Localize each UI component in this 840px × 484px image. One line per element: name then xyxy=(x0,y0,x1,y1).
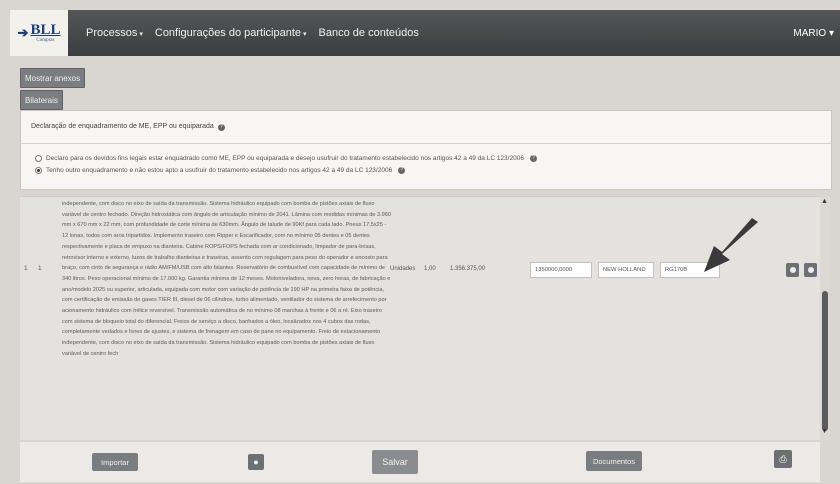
info-icon[interactable]: ? xyxy=(529,155,537,162)
logo-subtitle: Compras xyxy=(36,38,55,43)
salvar-button[interactable]: Salvar xyxy=(372,450,418,474)
radio-button-selected[interactable] xyxy=(35,167,42,174)
upload-icon[interactable]: ● xyxy=(248,454,264,470)
mostrar-anexos-button[interactable]: Mostrar anexos xyxy=(20,68,86,88)
declaration-option-1[interactable]: Declaro para os devidos fins legais esta… xyxy=(35,155,537,162)
scroll-thumb[interactable] xyxy=(822,291,828,431)
settings-icon[interactable] xyxy=(804,263,817,277)
importar-button[interactable]: Importar xyxy=(92,453,138,471)
brand-input[interactable] xyxy=(598,262,654,278)
user-menu[interactable]: MARIO ▾ xyxy=(793,28,834,39)
declaration-title: Declaração de enquadramento de ME, EPP o… xyxy=(31,123,225,131)
documentos-button[interactable]: Documentos xyxy=(586,451,642,471)
item-description: independente, com disco no eixo de saída… xyxy=(62,201,391,357)
info-icon[interactable]: ? xyxy=(217,124,225,131)
detail-icon[interactable] xyxy=(786,263,799,277)
item-reference-value: 1.356.375,00 xyxy=(450,266,486,272)
item-unit: Unidades xyxy=(390,266,416,272)
unit-price-input[interactable] xyxy=(530,262,592,278)
logo-arrow-icon: ➔ xyxy=(17,25,29,40)
footer-bar: Importar ● Salvar Documentos ⎙ xyxy=(20,442,820,482)
declaration-panel: Declaração de enquadramento de ME, EPP o… xyxy=(20,110,832,190)
declaration-option-2[interactable]: Tenho outro enquadramento e não estou ap… xyxy=(35,167,406,174)
info-icon[interactable]: ? xyxy=(398,167,406,174)
item-lot: 1 xyxy=(24,265,28,272)
table-scrollbar[interactable]: ▲ ▼ xyxy=(820,196,830,440)
nav-configuracoes-participante[interactable]: Configurações do participante ▾ xyxy=(155,27,307,39)
scroll-down-icon[interactable]: ▼ xyxy=(821,428,828,435)
pointer-arrow-icon xyxy=(704,218,758,272)
top-navbar: ➔ BLL Compras Processos ▾ Configurações d… xyxy=(10,10,840,56)
nav-processos[interactable]: Processos ▾ xyxy=(86,27,143,39)
scroll-up-icon[interactable]: ▲ xyxy=(821,198,828,205)
bll-logo[interactable]: ➔ BLL Compras xyxy=(10,10,68,56)
item-number: 1 xyxy=(38,265,42,272)
main-nav: Processos ▾ Configurações do participante… xyxy=(86,27,419,39)
nav-banco-conteudos[interactable]: Banco de conteúdos xyxy=(319,27,419,39)
bilaterais-button[interactable]: Bilaterais xyxy=(20,90,63,110)
chevron-down-icon: ▾ xyxy=(139,31,143,38)
divider xyxy=(21,143,831,144)
item-quantity: 1,00 xyxy=(424,266,436,272)
radio-button[interactable] xyxy=(35,155,42,162)
logo-name: BLL xyxy=(30,22,61,38)
chevron-down-icon: ▾ xyxy=(303,31,307,38)
print-icon[interactable]: ⎙ xyxy=(774,450,792,468)
